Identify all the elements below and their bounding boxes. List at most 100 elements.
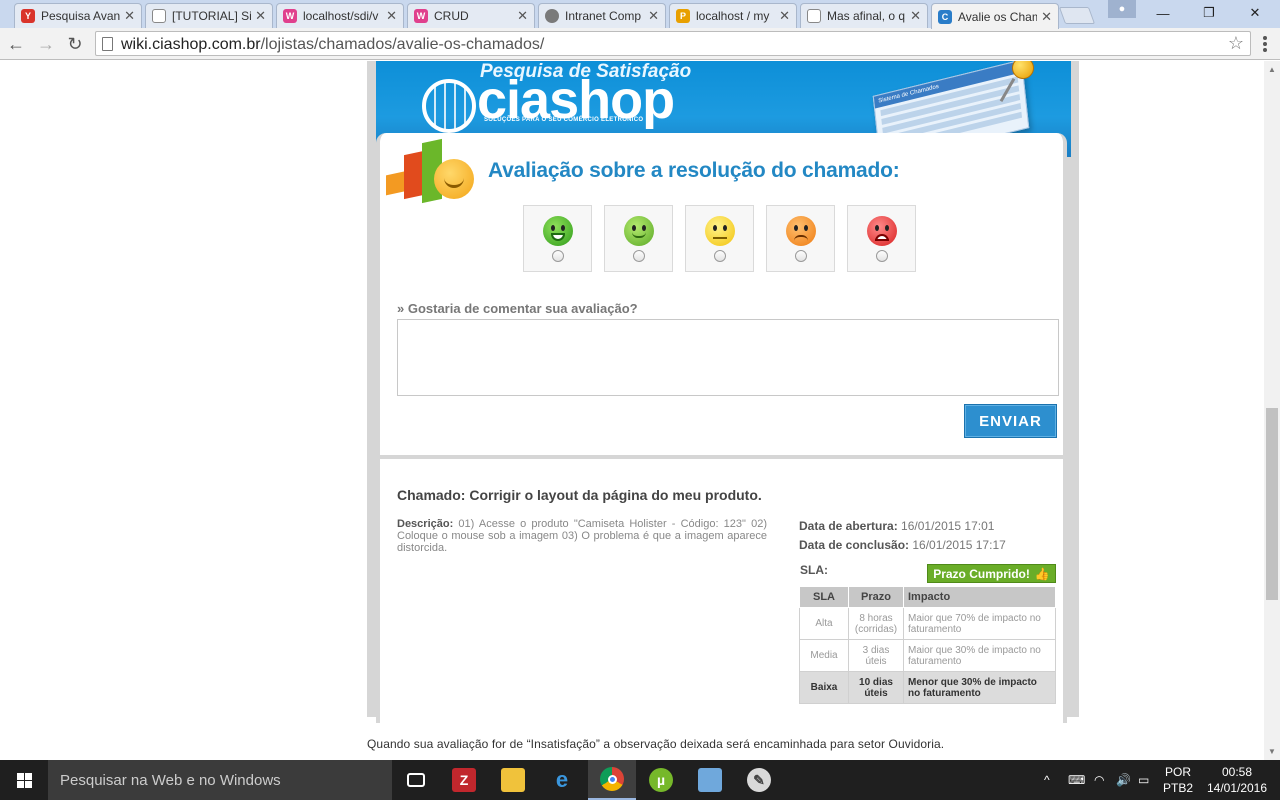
page-viewport: Pesquisa de Satisfação ciashop SOLUÇÕES … (0, 61, 1264, 760)
rating-option-neutral[interactable] (685, 205, 754, 272)
tab-label: [TUTORIAL] Sis (172, 9, 252, 23)
very-unhappy-face-icon (867, 216, 897, 246)
phpmyadmin-icon: P (676, 9, 690, 23)
intranet-icon (545, 9, 559, 23)
tab-label: Avalie os Cham (958, 9, 1038, 24)
rating-radio[interactable] (795, 250, 807, 262)
rating-option-happy[interactable] (604, 205, 673, 272)
table-row-highlighted: Baixa 10 dias úteis Menor que 30% de imp… (799, 671, 1056, 704)
browser-menu-icon[interactable] (1258, 36, 1272, 52)
sla-table: SLA Prazo Impacto Alta 8 horas (corridas… (799, 586, 1056, 704)
task-view-button[interactable] (392, 760, 440, 800)
taskbar-search[interactable]: Pesquisar na Web e no Windows (48, 760, 392, 800)
clock-date: 14/01/2016 (1206, 781, 1268, 795)
windows-logo-icon (16, 772, 32, 788)
page-title: Avaliação sobre a resolução do chamado: (488, 159, 900, 182)
browser-tab[interactable]: Mas afinal, o q ✕ (800, 3, 928, 28)
tab-label: Intranet Comp (565, 9, 642, 23)
rating-option-very-happy[interactable] (523, 205, 592, 272)
paint-icon: ✎ (747, 768, 771, 792)
page-scrollbar[interactable]: ▲ ▼ (1264, 61, 1280, 760)
table-cell: Menor que 30% de impacto no faturamento (903, 671, 1056, 704)
language-code: POR (1164, 765, 1191, 779)
sla-status-badge: Prazo Cumprido! 👍 (927, 564, 1056, 583)
rating-option-unhappy[interactable] (766, 205, 835, 272)
table-header: Impacto (903, 586, 1056, 608)
tab-label: localhost/sdi/v (303, 9, 379, 23)
close-tab-icon[interactable]: ✕ (1041, 9, 1052, 25)
comment-textarea[interactable] (397, 319, 1059, 396)
brand-tagline: SOLUÇÕES PARA O SEU COMÉRCIO ELETRÔNICO (484, 117, 644, 123)
system-clock[interactable]: 00:58 14/01/2016 (1206, 764, 1268, 796)
send-button[interactable]: ENVIAR (964, 404, 1057, 438)
table-header: Prazo (848, 586, 904, 608)
close-tab-icon[interactable]: ✕ (386, 8, 397, 24)
sla-label: SLA: (800, 563, 828, 577)
close-tab-icon[interactable]: ✕ (124, 8, 135, 24)
bookmark-star-icon[interactable]: ☆ (1228, 33, 1244, 54)
close-tab-icon[interactable]: ✕ (517, 8, 528, 24)
taskbar-utorrent[interactable]: µ (637, 760, 685, 800)
close-window-button[interactable]: ✕ (1232, 0, 1278, 26)
url-text[interactable]: wiki.ciashop.com.br/lojistas/chamados/av… (121, 36, 544, 54)
very-happy-face-icon (543, 216, 573, 246)
url-host: wiki.ciashop.com.br (121, 36, 261, 53)
comment-label: » Gostaria de comentar sua avaliação? (397, 301, 638, 316)
browser-tab[interactable]: Y Pesquisa Avan ✕ (14, 3, 142, 28)
happy-face-icon (624, 216, 654, 246)
back-arrow-icon[interactable]: ← (4, 32, 28, 56)
browser-tab[interactable]: P localhost / my ✕ (669, 3, 797, 28)
close-tab-icon[interactable]: ✕ (910, 8, 921, 24)
forward-arrow-icon[interactable]: → (34, 32, 58, 56)
closed-date-label: Data de conclusão: (799, 538, 910, 552)
volume-icon[interactable]: 🔊 (1116, 760, 1131, 800)
table-cell: 3 dias úteis (848, 639, 904, 672)
browser-tab[interactable]: W localhost/sdi/v ✕ (276, 3, 404, 28)
taskbar-explorer[interactable] (489, 760, 537, 800)
keyboard-icon[interactable]: ⌨ (1068, 760, 1085, 800)
start-button[interactable] (0, 760, 48, 800)
show-hidden-icons[interactable]: ^ (1044, 760, 1050, 800)
filezilla-icon: Z (452, 768, 476, 792)
tab-label: Pesquisa Avan (41, 9, 121, 23)
user-profile-icon[interactable]: ● (1108, 0, 1136, 18)
browser-tab-active[interactable]: C Avalie os Cham ✕ (931, 3, 1059, 29)
close-tab-icon[interactable]: ✕ (648, 8, 659, 24)
table-header: SLA (799, 586, 849, 608)
rating-radio[interactable] (633, 250, 645, 262)
language-indicator[interactable]: POR PTB2 (1162, 764, 1194, 796)
notification-icon[interactable]: ▭ (1138, 760, 1149, 800)
new-tab-button[interactable] (1058, 7, 1096, 24)
scroll-up-arrow-icon[interactable]: ▲ (1268, 65, 1276, 74)
utorrent-icon: µ (649, 768, 673, 792)
scroll-down-arrow-icon[interactable]: ▼ (1268, 747, 1276, 756)
wamp-icon: W (414, 9, 428, 23)
taskbar-chrome[interactable] (588, 760, 636, 800)
rating-option-very-unhappy[interactable] (847, 205, 916, 272)
document-icon (807, 9, 821, 23)
scrollbar-thumb[interactable] (1266, 408, 1278, 600)
thumbs-up-icon: 👍 (1034, 566, 1050, 581)
browser-tab[interactable]: Intranet Comp ✕ (538, 3, 666, 28)
rating-radio[interactable] (714, 250, 726, 262)
survey-image-frame: Pesquisa de Satisfação ciashop SOLUÇÕES … (367, 61, 1079, 723)
wifi-icon[interactable]: ◠ (1094, 760, 1104, 800)
taskbar-virtualbox[interactable] (686, 760, 734, 800)
taskbar-paint[interactable]: ✎ (735, 760, 783, 800)
closed-date: Data de conclusão: 16/01/2015 17:17 (799, 538, 1006, 552)
browser-tab[interactable]: [TUTORIAL] Sis ✕ (145, 3, 273, 28)
close-tab-icon[interactable]: ✕ (779, 8, 790, 24)
pushpin-icon (1012, 61, 1034, 79)
minimize-button[interactable]: — (1140, 0, 1186, 26)
folder-icon (501, 768, 525, 792)
taskbar-edge[interactable]: e (538, 760, 586, 800)
rating-radio[interactable] (552, 250, 564, 262)
taskbar-filezilla[interactable]: Z (440, 760, 488, 800)
reload-icon[interactable]: ↻ (63, 32, 87, 56)
browser-tab[interactable]: W CRUD ✕ (407, 3, 535, 28)
restore-button[interactable]: ❐ (1186, 0, 1232, 26)
address-bar[interactable]: wiki.ciashop.com.br/lojistas/chamados/av… (95, 31, 1251, 56)
opened-date: Data de abertura: 16/01/2015 17:01 (799, 519, 994, 533)
close-tab-icon[interactable]: ✕ (255, 8, 266, 24)
rating-radio[interactable] (876, 250, 888, 262)
